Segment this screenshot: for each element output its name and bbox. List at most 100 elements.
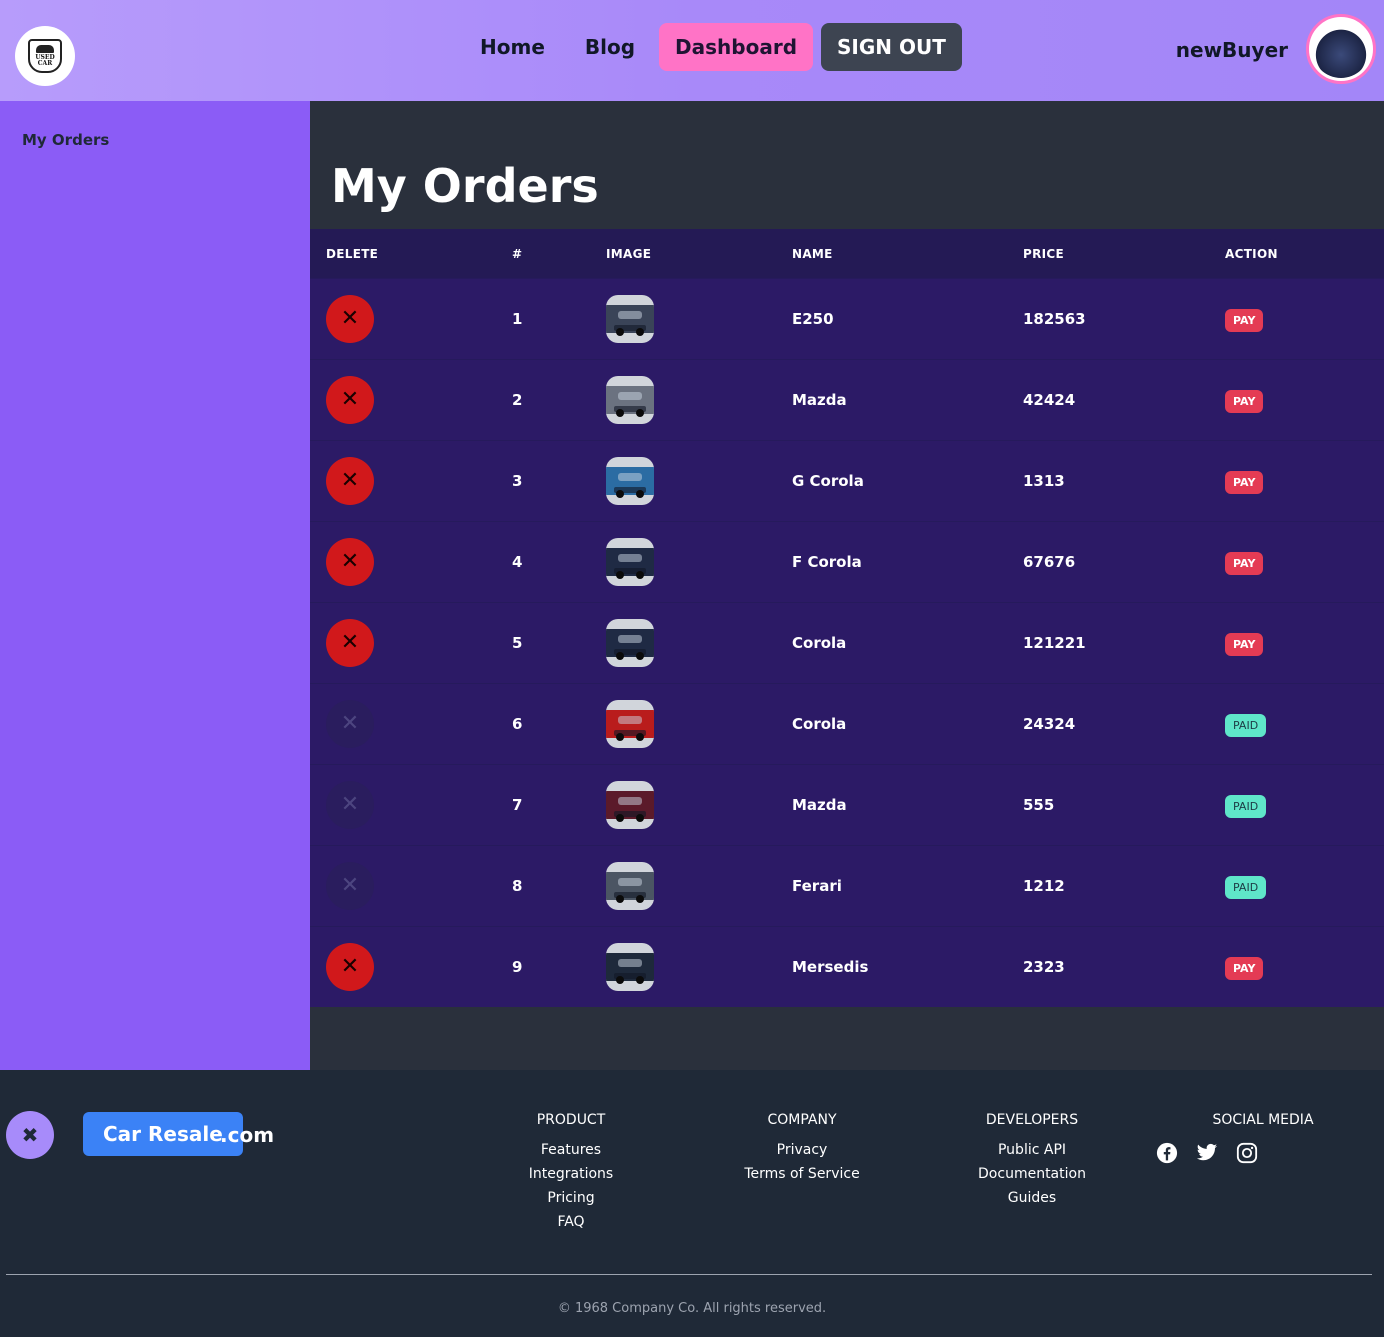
car-name: Mazda bbox=[792, 796, 847, 814]
table-row: ✕ 5 Corola 121221 PAY bbox=[310, 602, 1384, 683]
footer-link-terms[interactable]: Terms of Service bbox=[702, 1166, 902, 1183]
pay-button[interactable]: PAY bbox=[1225, 552, 1264, 575]
brand-suffix: .com bbox=[220, 1123, 275, 1147]
user-avatar[interactable] bbox=[1306, 14, 1376, 84]
footer-link-documentation[interactable]: Documentation bbox=[932, 1166, 1132, 1183]
car-price: 182563 bbox=[1023, 310, 1086, 328]
footer-link-privacy[interactable]: Privacy bbox=[702, 1142, 902, 1159]
facebook-icon[interactable] bbox=[1156, 1142, 1178, 1164]
close-icon: ✕ bbox=[340, 630, 360, 655]
pay-button[interactable]: PAY bbox=[1225, 471, 1264, 494]
pay-button[interactable]: PAY bbox=[1225, 390, 1264, 413]
social-icons bbox=[1051, 1142, 1363, 1164]
car-name: Mazda bbox=[792, 391, 847, 409]
delete-order-button[interactable]: ✕ bbox=[326, 943, 374, 991]
table-row: ✕ 9 Mersedis 2323 PAY bbox=[310, 926, 1384, 1007]
paid-badge: PAID bbox=[1225, 714, 1267, 737]
column-header-price: PRICE bbox=[1023, 247, 1065, 261]
site-logo[interactable]: USED CAR bbox=[15, 26, 75, 86]
brand-name[interactable]: Car Resale bbox=[83, 1112, 243, 1156]
footer-link-pricing[interactable]: Pricing bbox=[471, 1190, 671, 1207]
table-body: ✕ 1 E250 182563 PAY ✕ 2 Mazda 42424 PAY … bbox=[310, 278, 1384, 1007]
twitter-icon[interactable] bbox=[1196, 1142, 1218, 1164]
row-index: 6 bbox=[512, 715, 523, 733]
tools-icon[interactable]: ✖ bbox=[6, 1111, 54, 1159]
close-icon: ✕ bbox=[340, 387, 360, 412]
close-icon: ✕ bbox=[340, 711, 360, 736]
row-index: 5 bbox=[512, 634, 523, 652]
footer-link-features[interactable]: Features bbox=[471, 1142, 671, 1159]
delete-order-button[interactable]: ✕ bbox=[326, 700, 374, 748]
car-name: G Corola bbox=[792, 472, 864, 490]
delete-order-button[interactable]: ✕ bbox=[326, 619, 374, 667]
car-price: 1313 bbox=[1023, 472, 1065, 490]
column-header-image: IMAGE bbox=[606, 247, 652, 261]
row-index: 3 bbox=[512, 472, 523, 490]
car-thumbnail bbox=[606, 538, 654, 586]
car-name: Ferari bbox=[792, 877, 842, 895]
footer: ✖ Car Resale .com PRODUCT Features Integ… bbox=[0, 1070, 1384, 1337]
car-price: 121221 bbox=[1023, 634, 1086, 652]
car-price: 1212 bbox=[1023, 877, 1065, 895]
instagram-icon[interactable] bbox=[1236, 1142, 1258, 1164]
footer-company-column: COMPANY Privacy Terms of Service bbox=[702, 1112, 902, 1190]
table-row: ✕ 8 Ferari 1212 PAID bbox=[310, 845, 1384, 926]
footer-social-column: SOCIAL MEDIA bbox=[1156, 1112, 1363, 1164]
pay-button[interactable]: PAY bbox=[1225, 633, 1264, 656]
car-thumbnail bbox=[606, 700, 654, 748]
table-row: ✕ 4 F Corola 67676 PAY bbox=[310, 521, 1384, 602]
table-row: ✕ 6 Corola 24324 PAID bbox=[310, 683, 1384, 764]
close-icon: ✕ bbox=[340, 954, 360, 979]
row-index: 8 bbox=[512, 877, 523, 895]
footer-link-integrations[interactable]: Integrations bbox=[471, 1166, 671, 1183]
delete-order-button[interactable]: ✕ bbox=[326, 376, 374, 424]
nav-blog-link[interactable]: Blog bbox=[565, 23, 655, 71]
column-header-name: NAME bbox=[792, 247, 833, 261]
delete-order-button[interactable]: ✕ bbox=[326, 862, 374, 910]
row-index: 2 bbox=[512, 391, 523, 409]
nav-dashboard-link[interactable]: Dashboard bbox=[659, 23, 814, 71]
car-thumbnail bbox=[606, 781, 654, 829]
copyright-text: © 1968 Company Co. All rights reserved. bbox=[557, 1301, 827, 1316]
pay-button[interactable]: PAY bbox=[1225, 309, 1264, 332]
column-header-action: ACTION bbox=[1225, 247, 1278, 261]
car-price: 67676 bbox=[1023, 553, 1076, 571]
car-price: 2323 bbox=[1023, 958, 1065, 976]
delete-order-button[interactable]: ✕ bbox=[326, 781, 374, 829]
sign-out-button[interactable]: SIGN OUT bbox=[821, 23, 962, 71]
username: newBuyer bbox=[1175, 38, 1288, 62]
paid-badge: PAID bbox=[1225, 795, 1267, 818]
table-row: ✕ 1 E250 182563 PAY bbox=[310, 278, 1384, 359]
footer-heading-developers: DEVELOPERS bbox=[985, 1112, 1079, 1128]
main-nav: Home Blog Dashboard SIGN OUT bbox=[460, 23, 962, 71]
table-row: ✕ 2 Mazda 42424 PAY bbox=[310, 359, 1384, 440]
close-icon: ✕ bbox=[340, 468, 360, 493]
close-icon: ✕ bbox=[340, 792, 360, 817]
row-index: 1 bbox=[512, 310, 523, 328]
sidebar-item-my-orders[interactable]: My Orders bbox=[22, 131, 109, 149]
footer-heading-company: COMPANY bbox=[767, 1112, 837, 1128]
paid-badge: PAID bbox=[1225, 876, 1267, 899]
footer-link-guides[interactable]: Guides bbox=[932, 1190, 1132, 1207]
row-index: 9 bbox=[512, 958, 523, 976]
car-price: 555 bbox=[1023, 796, 1055, 814]
car-thumbnail bbox=[606, 376, 654, 424]
car-price: 42424 bbox=[1023, 391, 1076, 409]
delete-order-button[interactable]: ✕ bbox=[326, 295, 374, 343]
delete-order-button[interactable]: ✕ bbox=[326, 538, 374, 586]
nav-home-link[interactable]: Home bbox=[460, 23, 565, 71]
close-icon: ✕ bbox=[340, 873, 360, 898]
pay-button[interactable]: PAY bbox=[1225, 957, 1264, 980]
sidebar: My Orders bbox=[0, 101, 310, 1070]
car-price: 24324 bbox=[1023, 715, 1076, 733]
delete-order-button[interactable]: ✕ bbox=[326, 457, 374, 505]
used-car-logo-icon: USED CAR bbox=[28, 39, 62, 73]
table-row: ✕ 3 G Corola 1313 PAY bbox=[310, 440, 1384, 521]
car-name: F Corola bbox=[792, 553, 862, 571]
car-name: Corola bbox=[792, 634, 847, 652]
footer-link-faq[interactable]: FAQ bbox=[471, 1214, 671, 1231]
car-name: E250 bbox=[792, 310, 834, 328]
footer-product-column: PRODUCT Features Integrations Pricing FA… bbox=[471, 1112, 671, 1238]
footer-heading-social: SOCIAL MEDIA bbox=[1212, 1112, 1314, 1128]
column-header-index: # bbox=[512, 247, 523, 261]
